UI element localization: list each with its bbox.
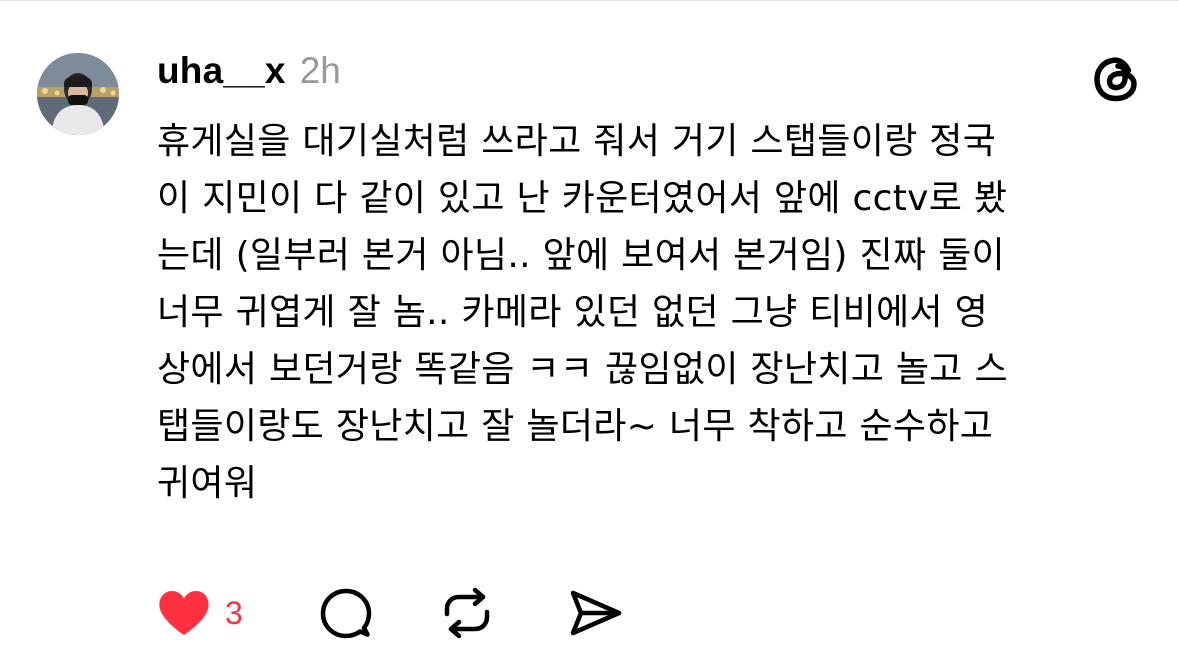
paper-plane-icon bbox=[570, 590, 622, 636]
username[interactable]: uha__x bbox=[157, 50, 286, 92]
post-text-line: 너무 귀엽게 잘 놈.. 카메라 있던 없던 그냥 티비에서 영 bbox=[157, 292, 988, 333]
post-text-line: 휴게실을 대기실처럼 쓰라고 줘서 거기 스탭들이랑 정국 bbox=[157, 121, 997, 162]
post-text-line: 이 지민이 다 같이 있고 난 카운터였어서 앞에 cctv로 봤 bbox=[157, 178, 1008, 219]
post-text-line: 는데 (일부러 본거 아님.. 앞에 보여서 본거임) 진짜 둘이 bbox=[157, 235, 1005, 276]
share-button[interactable] bbox=[569, 585, 623, 641]
timestamp[interactable]: 2h bbox=[300, 50, 341, 92]
post-text: 휴게실을 대기실처럼 쓰라고 줘서 거기 스탭들이랑 정국 이 지민이 다 같이… bbox=[157, 113, 1147, 512]
like-count: 3 bbox=[225, 594, 243, 631]
top-divider bbox=[0, 0, 1179, 1]
speech-bubble-icon bbox=[320, 588, 372, 639]
avatar-photo bbox=[37, 53, 119, 135]
like-button[interactable]: 3 bbox=[157, 585, 243, 641]
post-text-line: 탭들이랑도 장난치고 잘 놀더라~ 너무 착하고 순수하고 bbox=[157, 406, 994, 447]
threads-logo-icon[interactable] bbox=[1090, 52, 1144, 106]
post-header: uha__x 2h bbox=[157, 50, 341, 98]
repost-icon bbox=[444, 587, 490, 639]
reply-button[interactable] bbox=[320, 585, 372, 641]
repost-button[interactable] bbox=[440, 585, 494, 641]
avatar[interactable] bbox=[37, 53, 119, 135]
post-text-line: 귀여워 bbox=[157, 463, 258, 504]
post-text-line: 상에서 보던거랑 똑같음 ㅋㅋ 끊임없이 장난치고 놀고 스 bbox=[157, 349, 1008, 390]
heart-filled-icon bbox=[159, 591, 209, 635]
